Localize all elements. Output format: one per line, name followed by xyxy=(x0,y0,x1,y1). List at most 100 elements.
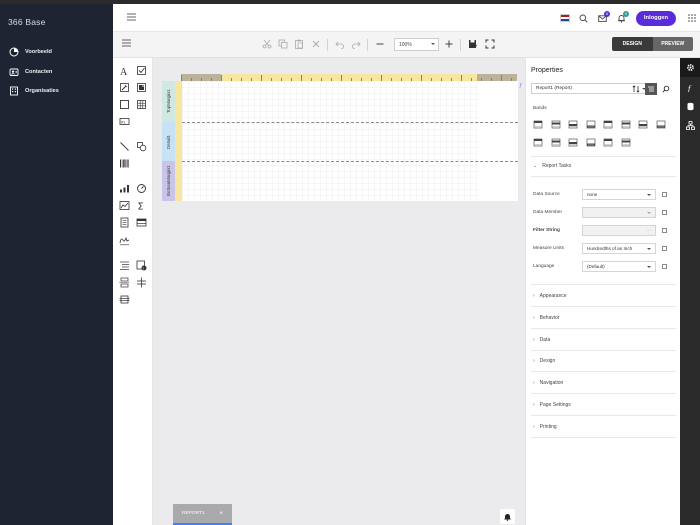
save-icon[interactable] xyxy=(468,39,478,49)
undo-icon[interactable] xyxy=(335,39,345,49)
band-page-footer-icon[interactable] xyxy=(638,120,648,129)
redo-icon[interactable] xyxy=(351,39,361,49)
fullscreen-icon[interactable] xyxy=(485,39,495,49)
report-page[interactable] xyxy=(182,81,518,201)
band-top-margin-icon[interactable] xyxy=(533,138,543,147)
band-label-bottommargin[interactable]: BottomMargin1 xyxy=(162,161,175,201)
sidebar-item-label: Voorbeeld xyxy=(25,49,52,55)
band-group-header-icon[interactable] xyxy=(568,120,578,129)
section-page-settings[interactable]: › Page Settings xyxy=(533,402,571,408)
gauge-tool-icon[interactable] xyxy=(136,183,147,194)
summary-tool-icon[interactable]: Σ xyxy=(136,200,147,212)
chart-tool-icon[interactable] xyxy=(119,183,130,194)
pageinfo-2-tool-icon[interactable]: i xyxy=(136,260,147,271)
preview-mode-button[interactable]: PREVIEW xyxy=(652,37,693,51)
search-icon[interactable] xyxy=(660,83,672,95)
checkbox-tool-icon[interactable] xyxy=(136,65,147,76)
panel-tool-icon[interactable] xyxy=(119,99,130,110)
band-detail-icon[interactable] xyxy=(586,120,596,129)
band-group-footer-icon[interactable] xyxy=(621,120,631,129)
signature-tool-icon[interactable] xyxy=(119,235,130,246)
data-member-select[interactable] xyxy=(582,207,656,218)
pivot-tool-icon[interactable] xyxy=(136,217,147,228)
band-report-header-icon[interactable] xyxy=(533,120,543,129)
band-vertical-header-icon[interactable] xyxy=(586,138,596,147)
data-source-select[interactable]: none xyxy=(582,189,656,200)
bell-icon[interactable]: 0 xyxy=(617,10,629,23)
divider xyxy=(531,415,676,416)
section-data[interactable]: › Data xyxy=(533,337,550,343)
section-behavior[interactable]: › Behavior xyxy=(533,315,559,321)
messages-icon[interactable]: 0 xyxy=(598,10,610,23)
sidebar-item-voorbeeld[interactable]: Voorbeeld xyxy=(9,46,52,58)
apps-grid-icon[interactable] xyxy=(688,14,696,22)
design-mode-button[interactable]: DESIGN xyxy=(612,37,653,51)
sidebar-item-contacten[interactable]: Contacten xyxy=(9,66,52,78)
ellipsis-icon[interactable]: ··· xyxy=(647,228,652,233)
zoom-value: 100% xyxy=(399,41,412,48)
band-page-header-icon[interactable] xyxy=(551,120,561,129)
expressions-tab-button[interactable]: f xyxy=(680,78,700,97)
expression-icon[interactable]: ƒ xyxy=(519,83,522,89)
sort-icon[interactable] xyxy=(630,83,642,95)
zoom-select[interactable]: 100% xyxy=(394,38,439,51)
sparkline-tool-icon[interactable] xyxy=(119,200,130,211)
line-tool-icon[interactable] xyxy=(119,141,130,152)
copy-icon[interactable] xyxy=(278,39,288,49)
band-divider[interactable] xyxy=(182,161,518,162)
zoom-out-icon[interactable] xyxy=(375,39,385,49)
field-list-tab-button[interactable] xyxy=(680,97,700,116)
toolbox-menu-icon[interactable] xyxy=(122,39,131,47)
delete-icon[interactable] xyxy=(311,39,321,49)
categorize-icon[interactable] xyxy=(645,83,657,95)
cross-band-box-tool-icon[interactable] xyxy=(119,294,130,305)
property-marker[interactable] xyxy=(662,246,667,251)
property-marker[interactable] xyxy=(662,228,667,233)
band-sub-band-icon[interactable] xyxy=(568,138,578,147)
cut-icon[interactable] xyxy=(262,39,272,49)
band-bottom-margin-icon[interactable] xyxy=(551,138,561,147)
table-tool-icon[interactable] xyxy=(136,99,147,110)
band-label-topmargin[interactable]: TopMargin1 xyxy=(162,81,175,122)
language-select[interactable]: (Default) xyxy=(582,261,656,272)
cross-band-line-tool-icon[interactable] xyxy=(136,277,147,288)
band-detail-report-icon[interactable] xyxy=(603,120,613,129)
design-surface[interactable]: TopMargin1 Detail1 BottomMargin1 ƒ REPOR… xyxy=(153,58,525,525)
band-vertical-detail-icon[interactable] xyxy=(603,138,613,147)
band-label-detail[interactable]: Detail1 xyxy=(162,122,175,161)
pageinfo-tool-icon[interactable]: #1 xyxy=(119,116,130,127)
login-button[interactable]: Inloggen xyxy=(635,10,676,26)
close-icon[interactable]: × xyxy=(219,511,223,517)
band-vertical-total-icon[interactable] xyxy=(621,138,631,147)
section-navigation[interactable]: › Navigation xyxy=(533,380,563,386)
section-report-tasks[interactable]: ⌄ Report Tasks xyxy=(533,163,571,169)
page-break-tool-icon[interactable] xyxy=(119,277,130,288)
report-explorer-tab-button[interactable] xyxy=(680,116,700,135)
picture-tool-icon[interactable] xyxy=(136,82,147,93)
crosstab-tool-icon[interactable] xyxy=(119,217,130,228)
label-tool-icon[interactable]: A xyxy=(119,65,130,76)
hamburger-menu-icon[interactable] xyxy=(127,13,136,21)
properties-tab-button[interactable] xyxy=(680,58,700,77)
band-report-footer-icon[interactable] xyxy=(656,120,666,129)
toc-tool-icon[interactable] xyxy=(119,260,130,271)
search-icon[interactable] xyxy=(579,14,588,23)
paste-icon[interactable] xyxy=(294,39,304,49)
property-marker[interactable] xyxy=(662,264,667,269)
barcode-tool-icon[interactable] xyxy=(119,158,130,169)
section-appearance[interactable]: › Appearance xyxy=(533,293,567,299)
shape-tool-icon[interactable] xyxy=(136,141,147,152)
document-tab[interactable]: REPORT1 × xyxy=(173,504,232,525)
band-divider[interactable] xyxy=(182,122,518,123)
property-marker[interactable] xyxy=(662,210,667,215)
language-flag-icon[interactable] xyxy=(559,14,570,22)
section-design[interactable]: › Design xyxy=(533,358,555,364)
section-printing[interactable]: › Printing xyxy=(533,424,557,430)
sidebar-item-organisaties[interactable]: Organisaties xyxy=(9,85,59,97)
property-marker[interactable] xyxy=(662,192,667,197)
notification-bell-button[interactable] xyxy=(500,509,515,524)
zoom-in-icon[interactable] xyxy=(444,39,454,49)
filter-string-field[interactable]: ··· xyxy=(582,225,656,236)
measure-units-select[interactable]: Hundredths of an Inch xyxy=(582,243,656,254)
richtext-tool-icon[interactable] xyxy=(119,82,130,93)
